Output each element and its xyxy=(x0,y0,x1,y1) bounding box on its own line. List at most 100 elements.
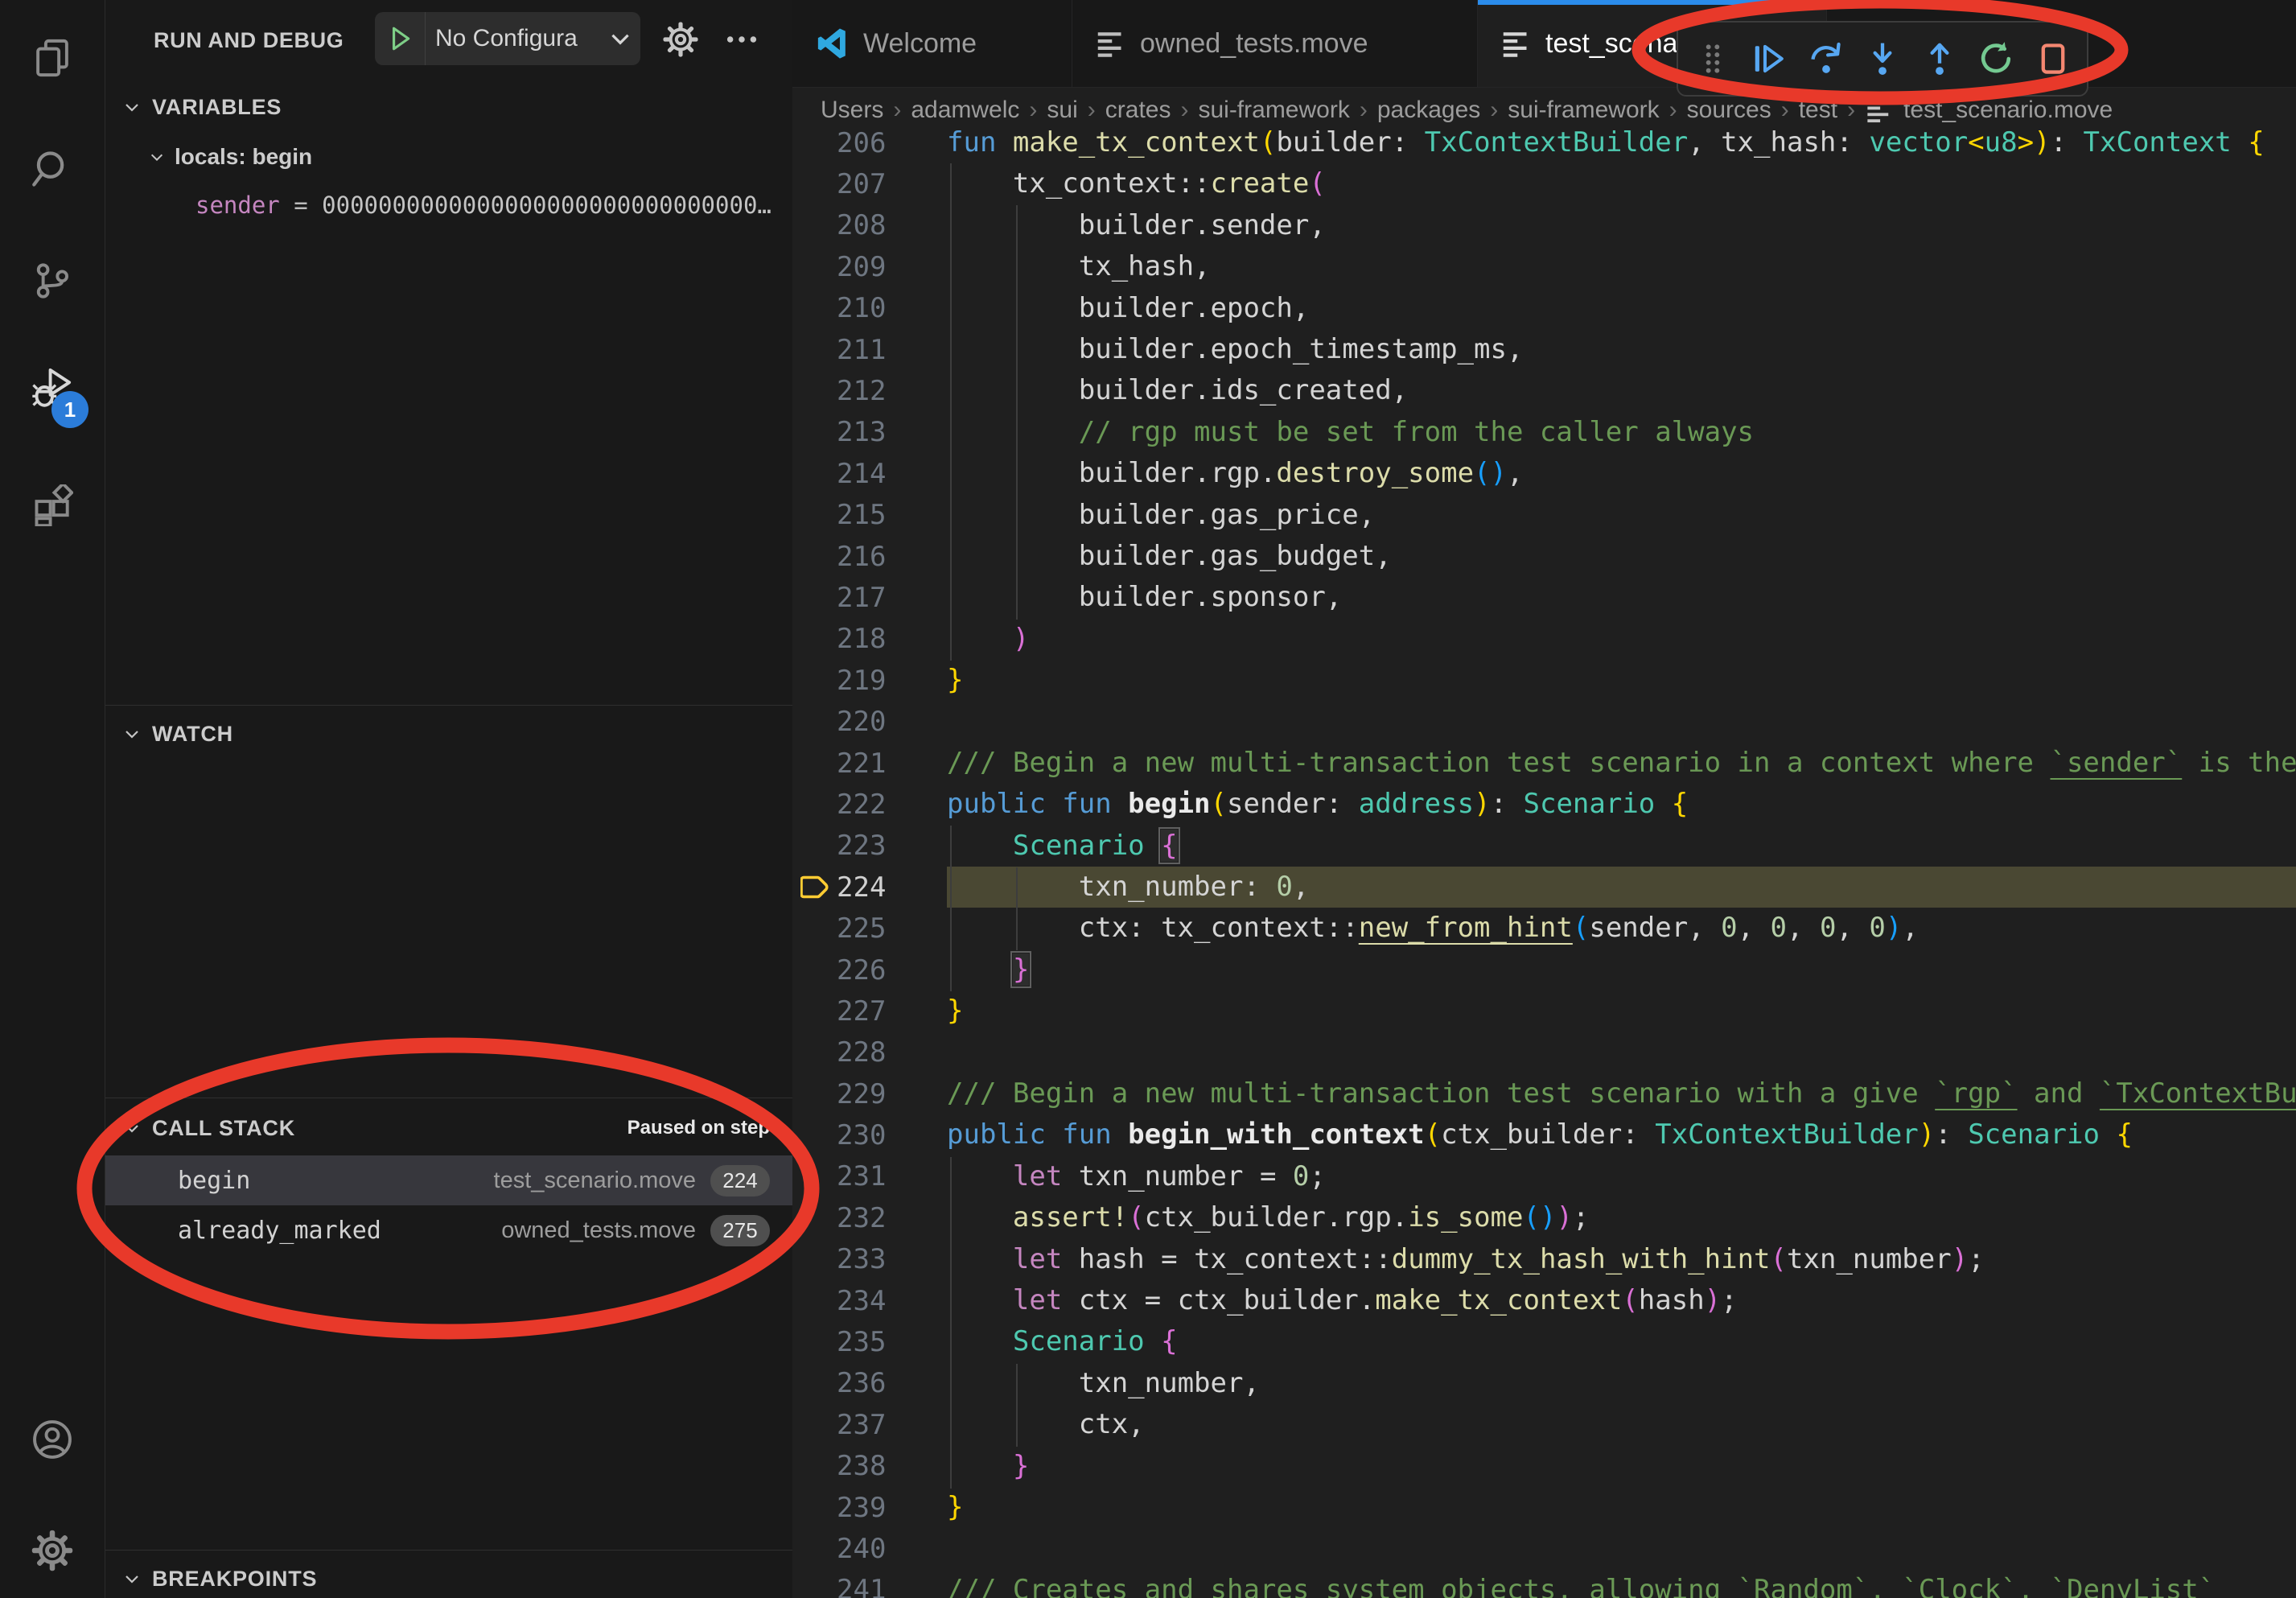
variables-section-header[interactable]: VARIABLES xyxy=(105,84,792,130)
stop-button[interactable] xyxy=(2031,35,2076,83)
breakpoint-gutter[interactable] xyxy=(792,908,837,949)
more-actions-icon[interactable] xyxy=(723,21,760,58)
breakpoint-gutter[interactable] xyxy=(792,1446,837,1487)
code-line[interactable]: 229/// Begin a new multi-transaction tes… xyxy=(792,1073,2296,1114)
breakpoint-gutter[interactable] xyxy=(792,329,837,370)
search-icon[interactable] xyxy=(31,148,73,190)
breakpoint-gutter[interactable] xyxy=(792,246,837,287)
breakpoint-gutter[interactable] xyxy=(792,1114,837,1155)
code-line[interactable]: 230public fun begin_with_context(ctx_bui… xyxy=(792,1114,2296,1155)
editor-area[interactable]: Welcome owned_tests.move test_scenario.m… xyxy=(792,0,2296,1598)
breakpoint-gutter[interactable] xyxy=(792,826,837,867)
code-line[interactable]: 235 Scenario { xyxy=(792,1321,2296,1362)
breakpoint-gutter[interactable] xyxy=(792,619,837,660)
breakpoint-gutter[interactable] xyxy=(792,1321,837,1362)
code-lines[interactable]: 206fun make_tx_context(builder: TxContex… xyxy=(792,122,2296,1598)
code-line[interactable]: 232 assert!(ctx_builder.rgp.is_some()); xyxy=(792,1197,2296,1238)
breadcrumb-item[interactable]: Users xyxy=(821,97,883,124)
call-stack-section-header[interactable]: CALL STACK Paused on step xyxy=(105,1104,792,1152)
code-line[interactable]: 216 builder.gas_budget, xyxy=(792,536,2296,577)
breakpoint-gutter[interactable] xyxy=(792,1073,837,1114)
variables-scope-row[interactable]: locals: begin xyxy=(105,135,792,179)
source-control-icon[interactable] xyxy=(31,260,73,302)
code-line[interactable]: 221/// Begin a new multi-transaction tes… xyxy=(792,743,2296,784)
breadcrumb-item[interactable]: sui-framework xyxy=(1198,97,1349,124)
breakpoint-gutter[interactable] xyxy=(792,660,837,701)
code-line[interactable]: 237 ctx, xyxy=(792,1404,2296,1445)
code-line[interactable]: 206fun make_tx_context(builder: TxContex… xyxy=(792,122,2296,163)
code-line[interactable]: 227} xyxy=(792,991,2296,1032)
code-line[interactable]: 233 let hash = tx_context::dummy_tx_hash… xyxy=(792,1239,2296,1280)
launch-config-control[interactable]: No Configura xyxy=(375,12,640,65)
configure-gear-icon[interactable] xyxy=(662,21,699,58)
code-line[interactable]: 209 tx_hash, xyxy=(792,246,2296,287)
breakpoint-gutter[interactable] xyxy=(792,122,837,163)
tab-owned-tests[interactable]: owned_tests.move xyxy=(1072,0,1478,87)
code-line[interactable]: 214 builder.rgp.destroy_some(), xyxy=(792,453,2296,494)
breakpoint-gutter[interactable] xyxy=(792,288,837,329)
code-line[interactable]: 207 tx_context::create( xyxy=(792,163,2296,204)
breakpoint-gutter[interactable] xyxy=(792,701,837,742)
breakpoint-gutter[interactable] xyxy=(792,536,837,577)
breakpoint-gutter[interactable] xyxy=(792,784,837,825)
breakpoint-gutter[interactable] xyxy=(792,1032,837,1073)
restart-button[interactable] xyxy=(1973,35,2018,83)
code-line[interactable]: 222public fun begin(sender: address): Sc… xyxy=(792,784,2296,825)
breakpoint-gutter[interactable] xyxy=(792,453,837,494)
breakpoint-gutter[interactable] xyxy=(792,1363,837,1404)
breakpoint-gutter[interactable] xyxy=(792,1239,837,1280)
step-over-button[interactable] xyxy=(1804,35,1849,83)
settings-gear-icon[interactable] xyxy=(31,1530,73,1571)
breakpoint-gutter[interactable] xyxy=(792,412,837,453)
code-line[interactable]: 223 Scenario { xyxy=(792,826,2296,867)
step-into-button[interactable] xyxy=(1860,35,1905,83)
code-line[interactable]: 228 xyxy=(792,1032,2296,1073)
code-line[interactable]: 213 // rgp must be set from the caller a… xyxy=(792,412,2296,453)
breakpoint-gutter[interactable] xyxy=(792,991,837,1032)
continue-button[interactable] xyxy=(1747,35,1792,83)
breakpoint-gutter[interactable] xyxy=(792,495,837,536)
code-line[interactable]: 208 builder.sender, xyxy=(792,205,2296,246)
config-dropdown[interactable]: No Configura xyxy=(426,25,607,52)
code-line[interactable]: 210 builder.epoch, xyxy=(792,288,2296,329)
variable-row[interactable]: sender = 0000000000000000000000000000000… xyxy=(195,183,775,227)
breadcrumb-item[interactable]: packages xyxy=(1377,97,1480,124)
code-line[interactable]: 239} xyxy=(792,1487,2296,1528)
watch-section-header[interactable]: WATCH xyxy=(105,711,792,756)
breakpoint-gutter[interactable] xyxy=(792,1404,837,1445)
step-out-button[interactable] xyxy=(1917,35,1962,83)
code-line[interactable]: 224 txn_number: 0, xyxy=(792,867,2296,908)
code-line[interactable]: 226 } xyxy=(792,949,2296,991)
breakpoint-gutter[interactable] xyxy=(792,1280,837,1321)
breadcrumb-item[interactable]: adamwelc xyxy=(911,97,1019,124)
breakpoints-section-header[interactable]: BREAKPOINTS xyxy=(105,1556,792,1598)
code-line[interactable]: 217 builder.sponsor, xyxy=(792,577,2296,618)
code-line[interactable]: 234 let ctx = ctx_builder.make_tx_contex… xyxy=(792,1280,2296,1321)
explorer-icon[interactable] xyxy=(31,37,73,79)
breakpoint-gutter[interactable] xyxy=(792,949,837,991)
code-line[interactable]: 240 xyxy=(792,1528,2296,1569)
breadcrumb-item[interactable]: sources xyxy=(1687,97,1771,124)
code-line[interactable]: 231 let txn_number = 0; xyxy=(792,1156,2296,1197)
breadcrumb-item[interactable]: test xyxy=(1799,97,1837,124)
code-line[interactable]: 236 txn_number, xyxy=(792,1363,2296,1404)
code-line[interactable]: 211 builder.epoch_timestamp_ms, xyxy=(792,329,2296,370)
breadcrumb-item[interactable]: sui xyxy=(1047,97,1077,124)
breakpoint-gutter[interactable] xyxy=(792,1197,837,1238)
breakpoint-gutter[interactable] xyxy=(792,205,837,246)
breakpoint-gutter[interactable] xyxy=(792,163,837,204)
account-icon[interactable] xyxy=(31,1419,73,1460)
toolbar-gripper[interactable] xyxy=(1690,35,1735,83)
code-line[interactable]: 212 builder.ids_created, xyxy=(792,370,2296,411)
start-debug-button[interactable] xyxy=(375,12,426,65)
code-line[interactable]: 219} xyxy=(792,660,2296,701)
tab-welcome[interactable]: Welcome xyxy=(792,0,1072,87)
breadcrumb-item[interactable]: sui-framework xyxy=(1508,97,1659,124)
code-line[interactable]: 215 builder.gas_price, xyxy=(792,495,2296,536)
breakpoint-gutter[interactable] xyxy=(792,577,837,618)
breakpoint-gutter[interactable] xyxy=(792,743,837,784)
breakpoint-gutter[interactable] xyxy=(792,370,837,411)
breadcrumb-file[interactable]: test_scenario.move xyxy=(1865,96,2113,125)
breadcrumb-item[interactable]: crates xyxy=(1105,97,1171,124)
breakpoint-gutter[interactable] xyxy=(792,1487,837,1528)
